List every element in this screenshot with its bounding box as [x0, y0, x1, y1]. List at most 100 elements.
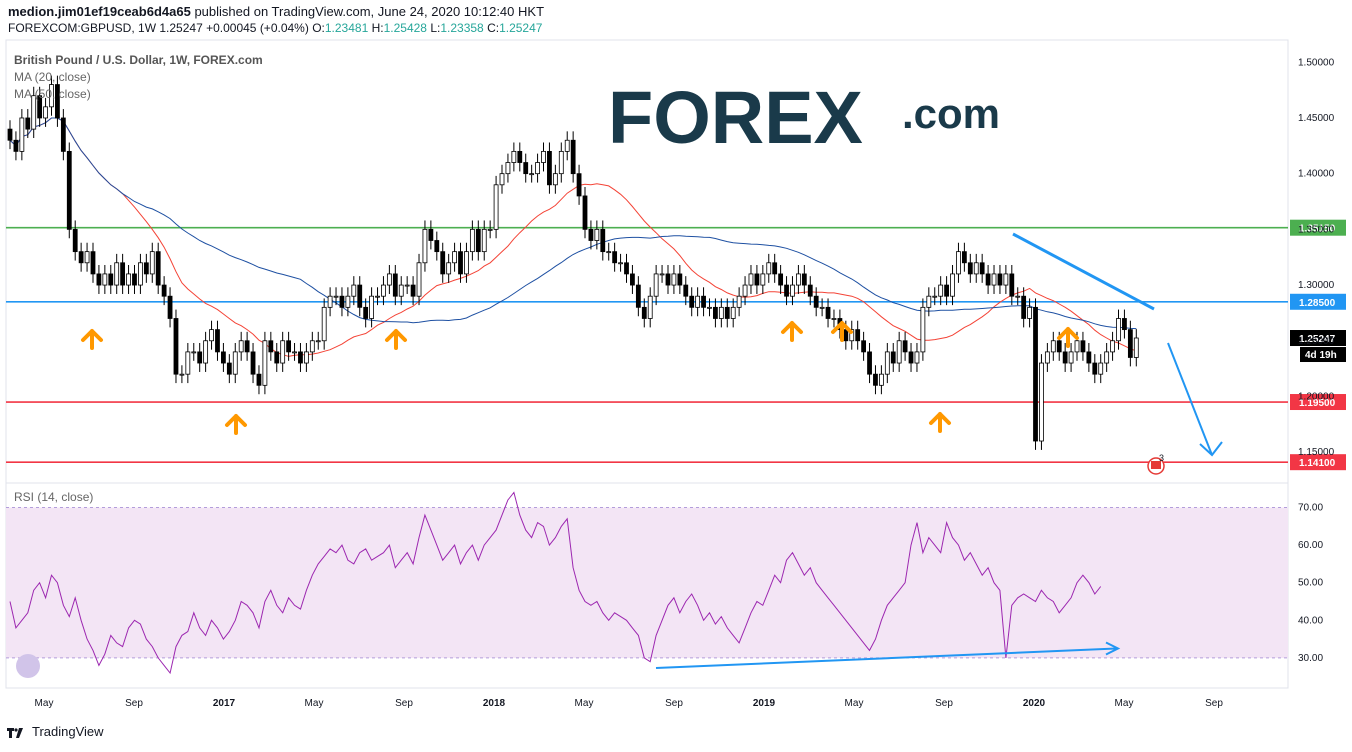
candle-body: [1133, 337, 1139, 358]
candle-body: [778, 273, 784, 286]
candle-body: [796, 273, 801, 286]
candle-body: [985, 273, 991, 286]
rsi-band: [6, 507, 1288, 659]
candle-body: [950, 273, 955, 297]
candle-body: [238, 340, 244, 353]
time-tick-label: 2019: [753, 698, 776, 709]
rsi-tick-label: 60.00: [1298, 540, 1323, 551]
candle-body: [908, 351, 914, 364]
candle-body: [665, 273, 671, 286]
projection-arrowhead-icon: [1199, 441, 1223, 457]
candle-body: [280, 340, 286, 364]
candle-body: [967, 262, 973, 275]
candle-body: [1116, 318, 1121, 342]
candle-body: [961, 251, 967, 264]
candle-body: [1086, 351, 1092, 364]
candle-body: [511, 150, 517, 163]
candle-body: [149, 251, 155, 275]
candle-body: [96, 273, 102, 286]
candle-body: [624, 262, 629, 275]
candle-body: [582, 195, 588, 230]
candle-body: [84, 251, 90, 264]
support-arrow-icon: [225, 414, 247, 435]
candle-body: [286, 340, 292, 353]
candle-body: [1044, 351, 1050, 364]
time-tick-label: Sep: [935, 698, 953, 709]
candle-body: [873, 373, 878, 386]
candle-body: [404, 284, 410, 287]
support-arrow-icon: [781, 321, 803, 342]
candle-body: [398, 284, 404, 297]
candle-body: [321, 306, 327, 342]
candle-body: [867, 351, 872, 375]
chart-title: British Pound / U.S. Dollar, 1W, FOREX.c…: [14, 53, 263, 67]
candle-body: [671, 273, 677, 286]
logo-suffix: .com: [902, 90, 1000, 137]
candle-body: [339, 295, 345, 308]
candle-body: [446, 262, 452, 275]
footer-brand[interactable]: TradingView: [32, 724, 104, 739]
candle-body: [90, 251, 96, 275]
candle-body: [375, 295, 380, 298]
candle-body: [973, 262, 979, 275]
candle-body: [108, 273, 114, 286]
time-tick-label: May: [35, 698, 54, 709]
candle-body: [292, 351, 297, 354]
candle-body: [748, 273, 754, 286]
candle-body: [102, 273, 108, 286]
candle-body: [221, 351, 226, 364]
candle-body: [517, 150, 523, 163]
candle-body: [991, 273, 997, 286]
rsi-tick-label: 40.00: [1298, 615, 1323, 626]
candle-body: [303, 351, 309, 364]
candle-body: [505, 162, 511, 175]
candle-body: [19, 117, 25, 152]
candle-body: [588, 228, 594, 241]
candle-body: [944, 284, 949, 297]
candle-body: [185, 351, 191, 375]
candle-body: [369, 295, 374, 319]
candle-body: [197, 351, 203, 364]
candle-body: [1050, 340, 1056, 353]
tradingview-logo-icon: [7, 727, 23, 738]
candle-body: [784, 284, 789, 297]
candle-body: [1027, 306, 1032, 319]
price-chart[interactable]: 1.351501.285001.195001.141001.252474d 19…: [0, 0, 1352, 752]
candle-body: [1021, 295, 1027, 319]
forex-logo: FOREX .com: [608, 76, 1000, 159]
candle-body: [600, 228, 606, 253]
candle-body: [309, 340, 315, 353]
candle-body: [790, 284, 795, 297]
candle-body: [1015, 295, 1021, 298]
time-tick-label: May: [845, 698, 864, 709]
candle-body: [1056, 340, 1062, 353]
candle-body: [1068, 351, 1074, 364]
candle-body: [333, 295, 339, 298]
candle-body: [167, 295, 173, 319]
candle-body: [730, 306, 736, 319]
price-tick-label: 1.40000: [1298, 169, 1335, 180]
candle-body: [215, 329, 220, 353]
candle-body: [541, 150, 546, 163]
candle-body: [155, 251, 161, 286]
candle-body: [262, 340, 268, 386]
candle-body: [250, 351, 256, 375]
trendline: [1012, 232, 1155, 311]
candle-body: [138, 262, 143, 286]
support-arrow-icon: [929, 412, 951, 433]
candle-body: [807, 284, 813, 297]
candle-body: [161, 284, 167, 297]
candle-body: [458, 251, 463, 275]
logo-text: FOREX: [608, 76, 863, 159]
candle-body: [209, 329, 214, 342]
candle-body: [499, 173, 505, 186]
candle-body: [143, 262, 149, 275]
support-arrow-icon: [1057, 327, 1079, 348]
candle-body: [932, 295, 938, 298]
candle-body: [683, 284, 689, 297]
candle-body: [902, 340, 908, 353]
ma20-legend: MA (20, close): [14, 70, 91, 84]
price-tick-label: 1.25000: [1298, 336, 1335, 347]
candle-body: [564, 139, 570, 152]
candle-body: [1080, 340, 1086, 353]
